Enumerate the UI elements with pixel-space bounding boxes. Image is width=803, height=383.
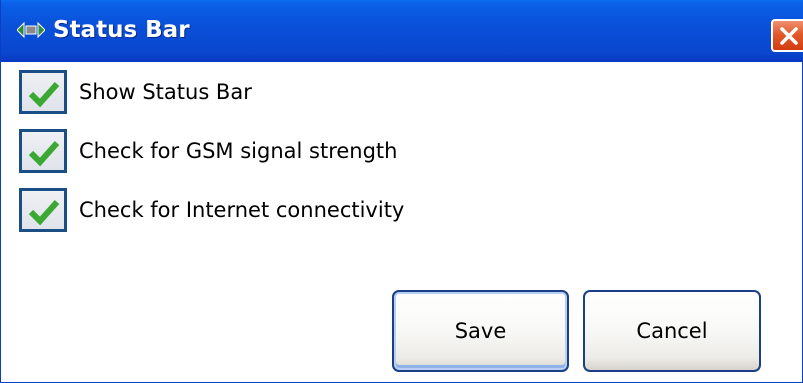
internet-connectivity-checkbox[interactable] bbox=[19, 188, 67, 232]
show-status-bar-label: Show Status Bar bbox=[79, 80, 252, 104]
show-status-bar-checkbox[interactable] bbox=[19, 70, 67, 114]
option-show-status-bar: Show Status Bar bbox=[19, 70, 719, 114]
dialog-title: Status Bar bbox=[53, 17, 190, 43]
close-button[interactable] bbox=[771, 19, 803, 52]
check-mark-icon bbox=[28, 199, 60, 226]
status-bar-icon bbox=[16, 21, 46, 39]
status-bar-dialog: Status Bar Show Status Bar Check for GSM… bbox=[0, 0, 803, 383]
title-bar: Status Bar bbox=[1, 0, 803, 62]
close-icon bbox=[780, 27, 798, 45]
gsm-signal-label: Check for GSM signal strength bbox=[79, 139, 398, 163]
option-gsm-signal: Check for GSM signal strength bbox=[19, 129, 719, 173]
cancel-button[interactable]: Cancel bbox=[583, 290, 761, 372]
check-mark-icon bbox=[28, 140, 60, 167]
internet-connectivity-label: Check for Internet connectivity bbox=[79, 198, 405, 222]
check-mark-icon bbox=[28, 81, 60, 108]
save-button[interactable]: Save bbox=[392, 290, 569, 372]
option-internet-connectivity: Check for Internet connectivity bbox=[19, 188, 719, 232]
gsm-signal-checkbox[interactable] bbox=[19, 129, 67, 173]
